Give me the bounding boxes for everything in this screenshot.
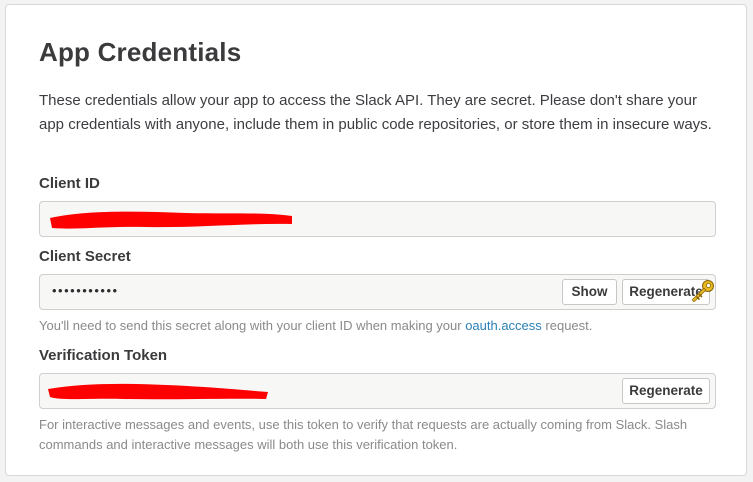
client-id-redaction xyxy=(50,211,292,229)
verification-token-hint: For interactive messages and events, use… xyxy=(39,417,688,452)
client-secret-field[interactable]: ••••••••••• Show Regenerate xyxy=(39,274,716,310)
client-secret-hint-tail: request. xyxy=(541,318,593,333)
client-id-field[interactable] xyxy=(39,201,716,237)
app-credentials-card: App Credentials These credentials allow … xyxy=(5,4,747,476)
client-secret-hint-text: You'll need to send this secret along wi… xyxy=(39,318,466,333)
credentials-description: These credentials allow your app to acce… xyxy=(39,92,712,133)
client-secret-masked-value: ••••••••••• xyxy=(52,283,119,298)
verification-token-redaction xyxy=(48,383,268,400)
verification-token-label: Verification Token xyxy=(39,347,168,364)
regenerate-token-button[interactable]: Regenerate xyxy=(622,378,710,404)
oauth-access-link[interactable]: oauth.access xyxy=(465,318,542,333)
show-secret-button[interactable]: Show xyxy=(562,279,617,305)
verification-token-field[interactable]: Regenerate xyxy=(39,373,716,409)
client-secret-hint: You'll need to send this secret along wi… xyxy=(39,316,719,336)
client-secret-label: Client Secret xyxy=(39,248,131,265)
key-icon xyxy=(692,280,714,302)
page-title: App Credentials xyxy=(39,37,242,67)
client-id-label: Client ID xyxy=(39,175,100,192)
